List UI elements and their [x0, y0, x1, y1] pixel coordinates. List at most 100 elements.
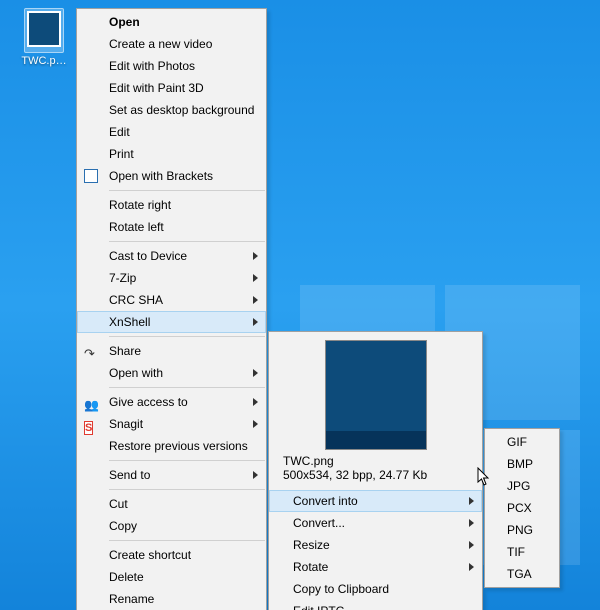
xnshell-item-edit-iptc[interactable]: Edit IPTC...	[269, 600, 482, 610]
menu-item-share[interactable]: ↷ Share	[77, 340, 266, 362]
menu-item-create-a-new-video[interactable]: Create a new video	[77, 33, 266, 55]
share-icon: ↷	[84, 343, 100, 359]
submenu-arrow-icon	[253, 369, 258, 377]
menu-item-label: GIF	[507, 435, 527, 449]
menu-item-label: Delete	[109, 570, 144, 584]
format-item-jpg[interactable]: JPG	[485, 475, 559, 497]
menu-separator	[109, 460, 265, 461]
menu-item-label: Share	[109, 344, 141, 358]
menu-item-set-as-desktop-background[interactable]: Set as desktop background	[77, 99, 266, 121]
submenu-arrow-icon	[253, 252, 258, 260]
submenu-arrow-icon	[469, 497, 474, 505]
people-icon: 👥	[84, 394, 100, 410]
menu-item-rotate-right[interactable]: Rotate right	[77, 194, 266, 216]
snagit-icon: S	[84, 416, 100, 432]
menu-item-crc-sha[interactable]: CRC SHA	[77, 289, 266, 311]
menu-item-cut[interactable]: Cut	[77, 493, 266, 515]
menu-item-label: Restore previous versions	[109, 439, 248, 453]
menu-item-label: 7-Zip	[109, 271, 136, 285]
menu-item-print[interactable]: Print	[77, 143, 266, 165]
brackets-icon	[84, 168, 100, 184]
xnshell-item-convert-into[interactable]: Convert into	[269, 490, 482, 512]
menu-separator	[109, 387, 265, 388]
menu-item-label: Convert into	[293, 494, 358, 508]
menu-item-copy[interactable]: Copy	[77, 515, 266, 537]
file-thumbnail	[27, 11, 61, 47]
menu-item-delete[interactable]: Delete	[77, 566, 266, 588]
menu-item-label: PCX	[507, 501, 532, 515]
menu-item-label: Print	[109, 147, 134, 161]
menu-item-label: Edit with Photos	[109, 59, 195, 73]
menu-item-open[interactable]: Open	[77, 11, 266, 33]
menu-item-open-with[interactable]: Open with	[77, 362, 266, 384]
file-label: TWC.p…	[14, 55, 74, 67]
format-item-tga[interactable]: TGA	[485, 563, 559, 585]
menu-item-label: Snagit	[109, 417, 143, 431]
menu-item-label: Cast to Device	[109, 249, 187, 263]
menu-item-label: Rotate	[293, 560, 328, 574]
menu-item-label: Edit	[109, 125, 130, 139]
desktop-file-icon[interactable]: TWC.p…	[14, 8, 74, 67]
submenu-arrow-icon	[469, 519, 474, 527]
menu-separator	[109, 489, 265, 490]
menu-separator	[109, 190, 265, 191]
submenu-arrow-icon	[469, 563, 474, 571]
preview-filename: TWC.png	[279, 454, 472, 468]
menu-item-label: PNG	[507, 523, 533, 537]
menu-item-send-to[interactable]: Send to	[77, 464, 266, 486]
menu-item-label: Copy	[109, 519, 137, 533]
menu-item-label: Edit with Paint 3D	[109, 81, 204, 95]
menu-item-label: TGA	[507, 567, 532, 581]
xnshell-item-resize[interactable]: Resize	[269, 534, 482, 556]
preview-thumbnail	[325, 340, 427, 450]
menu-item-create-shortcut[interactable]: Create shortcut	[77, 544, 266, 566]
xnshell-item-rotate[interactable]: Rotate	[269, 556, 482, 578]
menu-item-edit-with-paint-3d[interactable]: Edit with Paint 3D	[77, 77, 266, 99]
format-item-bmp[interactable]: BMP	[485, 453, 559, 475]
format-item-gif[interactable]: GIF	[485, 431, 559, 453]
menu-separator	[109, 336, 265, 337]
menu-item-label: Rotate right	[109, 198, 171, 212]
menu-item-label: Convert...	[293, 516, 345, 530]
menu-item-snagit[interactable]: S Snagit	[77, 413, 266, 435]
menu-item-label: XnShell	[109, 315, 150, 329]
submenu-arrow-icon	[253, 398, 258, 406]
menu-item-label: Set as desktop background	[109, 103, 254, 117]
xnshell-submenu: TWC.png 500x534, 32 bpp, 24.77 Kb Conver…	[268, 331, 483, 610]
submenu-arrow-icon	[253, 274, 258, 282]
xnshell-item-convert[interactable]: Convert...	[269, 512, 482, 534]
submenu-arrow-icon	[253, 296, 258, 304]
menu-item-label: Send to	[109, 468, 150, 482]
desktop[interactable]: TWC.p… Open Create a new video Edit with P…	[0, 0, 600, 610]
menu-item-label: Open	[109, 15, 140, 29]
convert-into-submenu: GIF BMP JPG PCX PNG TIF TGA	[484, 428, 560, 588]
menu-item-open-with-brackets[interactable]: Open with Brackets	[77, 165, 266, 187]
menu-item-label: Edit IPTC...	[293, 604, 354, 610]
xnshell-icon	[84, 314, 100, 330]
menu-item-give-access-to[interactable]: 👥 Give access to	[77, 391, 266, 413]
menu-item-label: Create a new video	[109, 37, 212, 51]
menu-item-label: Cut	[109, 497, 128, 511]
format-item-png[interactable]: PNG	[485, 519, 559, 541]
menu-item-xnshell[interactable]: XnShell	[77, 311, 266, 333]
format-item-pcx[interactable]: PCX	[485, 497, 559, 519]
menu-item-label: Give access to	[109, 395, 188, 409]
xnshell-item-copy-to-clipboard[interactable]: Copy to Clipboard	[269, 578, 482, 600]
format-item-tif[interactable]: TIF	[485, 541, 559, 563]
menu-item-label: Rename	[109, 592, 154, 606]
menu-item-restore-previous-versions[interactable]: Restore previous versions	[77, 435, 266, 457]
menu-item-label: Open with	[109, 366, 163, 380]
menu-item-7-zip[interactable]: 7-Zip	[77, 267, 266, 289]
menu-item-rotate-left[interactable]: Rotate left	[77, 216, 266, 238]
preview-fileinfo: 500x534, 32 bpp, 24.77 Kb	[279, 468, 472, 486]
menu-item-edit-with-photos[interactable]: Edit with Photos	[77, 55, 266, 77]
menu-item-label: CRC SHA	[109, 293, 163, 307]
menu-item-cast-to-device[interactable]: Cast to Device	[77, 245, 266, 267]
menu-item-rename[interactable]: Rename	[77, 588, 266, 610]
submenu-arrow-icon	[253, 318, 258, 326]
menu-separator	[109, 540, 265, 541]
menu-item-edit[interactable]: Edit	[77, 121, 266, 143]
menu-item-label: JPG	[507, 479, 530, 493]
menu-item-label: Open with Brackets	[109, 169, 213, 183]
menu-item-label: BMP	[507, 457, 533, 471]
